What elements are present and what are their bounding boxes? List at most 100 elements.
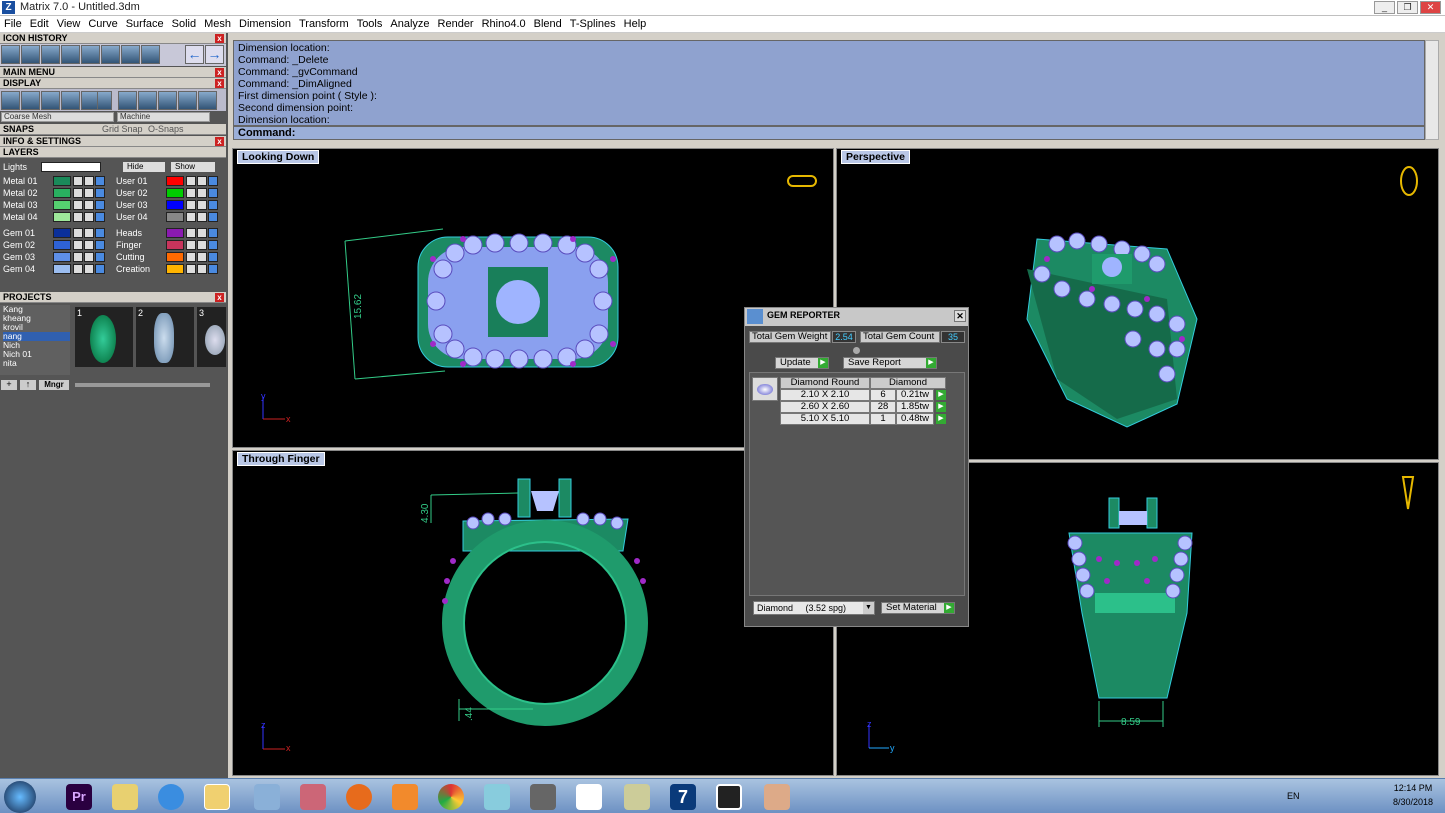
layer-select-icon[interactable]	[95, 212, 105, 222]
layer-select-icon[interactable]	[208, 176, 218, 186]
visibility-icon[interactable]	[84, 176, 94, 186]
display-mode-icon[interactable]	[41, 91, 60, 110]
layer-select-icon[interactable]	[208, 188, 218, 198]
layer-color-swatch[interactable]	[166, 240, 184, 250]
history-tool-icon[interactable]	[21, 45, 40, 64]
layer-color-swatch[interactable]	[53, 176, 71, 186]
back-arrow-icon[interactable]: ←	[185, 45, 204, 64]
info-settings-header[interactable]: INFO & SETTINGS x	[0, 136, 226, 147]
layer-row[interactable]: User 01	[116, 175, 224, 187]
menu-rhino4[interactable]: Rhino4.0	[478, 16, 530, 33]
hide-button[interactable]: Hide	[123, 162, 165, 172]
layer-row[interactable]: Creation	[116, 263, 224, 275]
layer-select-icon[interactable]	[208, 212, 218, 222]
layer-select-icon[interactable]	[208, 264, 218, 274]
layer-row[interactable]: Gem 02	[3, 239, 111, 251]
layer-color-swatch[interactable]	[53, 240, 71, 250]
layer-color-swatch[interactable]	[53, 188, 71, 198]
close-icon[interactable]: x	[215, 68, 224, 77]
visibility-icon[interactable]	[84, 252, 94, 262]
grid-snap-toggle[interactable]: Grid Snap	[102, 124, 143, 135]
layer-row[interactable]: Cutting	[116, 251, 224, 263]
menu-surface[interactable]: Surface	[122, 16, 168, 33]
menu-mesh[interactable]: Mesh	[200, 16, 235, 33]
lock-icon[interactable]	[73, 228, 83, 238]
lock-icon[interactable]	[73, 212, 83, 222]
notes-icon[interactable]	[624, 784, 650, 810]
layer-row[interactable]: Metal 04	[3, 211, 111, 223]
play-icon[interactable]: ▶	[936, 390, 946, 400]
thumb-scrollbar[interactable]	[75, 383, 210, 387]
add-project-button[interactable]: +	[1, 380, 17, 390]
menu-solid[interactable]: Solid	[168, 16, 200, 33]
zbrush-icon[interactable]	[576, 784, 602, 810]
layer-row[interactable]: Heads	[116, 227, 224, 239]
premiere-icon[interactable]: Pr	[66, 784, 92, 810]
layer-select-icon[interactable]	[95, 264, 105, 274]
folder-icon[interactable]	[112, 784, 138, 810]
snaps-header[interactable]: SNAPS Grid Snap O-Snaps	[0, 124, 226, 135]
history-tool-icon[interactable]	[1, 45, 20, 64]
history-tool-icon[interactable]	[121, 45, 140, 64]
gem-reporter-titlebar[interactable]: GEM REPORTER ✕	[745, 308, 968, 326]
chrome-icon[interactable]	[438, 784, 464, 810]
layer-color-swatch[interactable]	[166, 200, 184, 210]
history-tool-icon[interactable]	[101, 45, 120, 64]
display-mode-icon[interactable]	[97, 91, 112, 110]
layer-color-swatch[interactable]	[53, 212, 71, 222]
visibility-icon[interactable]	[84, 228, 94, 238]
project-thumb-3[interactable]: 3	[197, 307, 226, 367]
render-mode-dropdown[interactable]: Machine	[117, 112, 210, 122]
menu-blend[interactable]: Blend	[530, 16, 566, 33]
project-thumb-2[interactable]: 2	[136, 307, 194, 367]
rhino-icon[interactable]	[716, 784, 742, 810]
lock-icon[interactable]	[73, 252, 83, 262]
layer-row[interactable]: User 03	[116, 199, 224, 211]
render-mode-icon[interactable]	[198, 91, 217, 110]
visibility-icon[interactable]	[197, 188, 207, 198]
visibility-icon[interactable]	[197, 252, 207, 262]
language-indicator[interactable]: EN	[1287, 791, 1300, 801]
menu-render[interactable]: Render	[434, 16, 478, 33]
projects-header[interactable]: PROJECTS x	[0, 292, 226, 303]
tool-icon[interactable]	[530, 784, 556, 810]
display-mode-icon[interactable]	[61, 91, 80, 110]
layer-row[interactable]: Metal 03	[3, 199, 111, 211]
visibility-icon[interactable]	[84, 264, 94, 274]
layer-select-icon[interactable]	[95, 200, 105, 210]
layer-select-icon[interactable]	[208, 252, 218, 262]
layer-select-icon[interactable]	[208, 200, 218, 210]
menu-tsplines[interactable]: T-Splines	[566, 16, 620, 33]
close-icon[interactable]: x	[215, 79, 224, 88]
lock-icon[interactable]	[186, 252, 196, 262]
layer-row[interactable]: Gem 04	[3, 263, 111, 275]
layer-row[interactable]: Metal 02	[3, 187, 111, 199]
media-player-icon[interactable]	[392, 784, 418, 810]
menu-analyze[interactable]: Analyze	[386, 16, 433, 33]
collapse-icon[interactable]	[853, 347, 860, 354]
lock-icon[interactable]	[186, 200, 196, 210]
project-thumb-1[interactable]: 1	[75, 307, 133, 367]
layer-select-icon[interactable]	[208, 228, 218, 238]
layer-select-icon[interactable]	[208, 240, 218, 250]
lock-icon[interactable]	[73, 240, 83, 250]
display-mode-icon[interactable]	[1, 91, 20, 110]
visibility-icon[interactable]	[197, 228, 207, 238]
render-mode-icon[interactable]	[158, 91, 177, 110]
lock-icon[interactable]	[186, 240, 196, 250]
paint-icon[interactable]	[764, 784, 790, 810]
clock-time[interactable]: 12:14 PM	[1388, 783, 1438, 793]
close-icon[interactable]: x	[215, 293, 224, 302]
up-arrow-icon[interactable]: ↑	[20, 380, 36, 390]
visibility-icon[interactable]	[84, 240, 94, 250]
set-material-button[interactable]: Set Material ▶	[881, 602, 955, 614]
layer-row[interactable]: User 02	[116, 187, 224, 199]
layer-row[interactable]: Metal 01	[3, 175, 111, 187]
update-button[interactable]: Update ▶	[775, 357, 829, 369]
ie-icon[interactable]	[158, 784, 184, 810]
menu-tools[interactable]: Tools	[353, 16, 387, 33]
lock-icon[interactable]	[73, 200, 83, 210]
menu-edit[interactable]: Edit	[26, 16, 53, 33]
render-mode-icon[interactable]	[118, 91, 137, 110]
visibility-icon[interactable]	[197, 240, 207, 250]
